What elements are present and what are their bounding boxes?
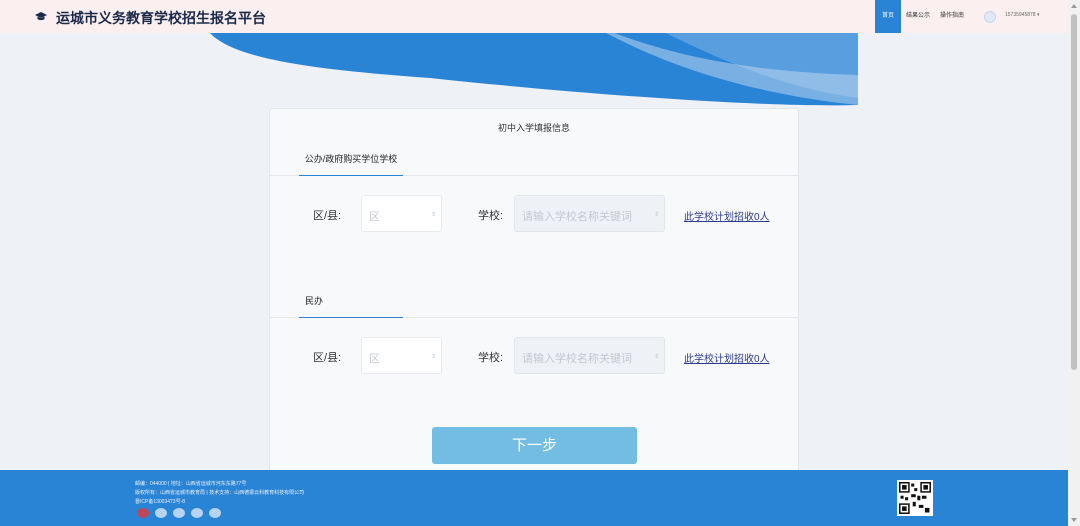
scroll-up-icon[interactable] bbox=[1071, 4, 1077, 8]
school-search-select[interactable]: 请输入学校名称关键词 ⇕ bbox=[514, 195, 665, 232]
form-title: 初中入学填报信息 bbox=[497, 123, 570, 133]
private-school-section-header: 民办 bbox=[270, 286, 798, 318]
qr-code-icon bbox=[897, 480, 933, 516]
school-plan-link[interactable]: 此学校计划招收0人 bbox=[684, 208, 770, 223]
scroll-down-icon[interactable] bbox=[1071, 518, 1077, 522]
next-step-button[interactable]: 下一步 bbox=[432, 427, 637, 464]
select-arrow-icon: ⇕ bbox=[430, 354, 436, 360]
district-placeholder: 区 bbox=[369, 353, 380, 365]
school-search-select[interactable]: 请输入学校名称关键词 ⇕ bbox=[514, 337, 665, 374]
top-header: 运城市义务教育学校招生报名平台 首页 结果公示 操作指南 15735945878… bbox=[0, 0, 1068, 33]
footer-icp[interactable]: 晋ICP备13003473号-8 bbox=[135, 498, 185, 505]
select-arrow-icon: ⇕ bbox=[653, 212, 659, 218]
select-arrow-icon: ⇕ bbox=[653, 354, 659, 360]
footer-badges bbox=[137, 508, 221, 518]
gov-badge-icon[interactable] bbox=[137, 508, 149, 518]
school-label: 学校: bbox=[478, 210, 504, 222]
district-select[interactable]: 区 ⇕ bbox=[361, 195, 442, 232]
district-label: 区/县: bbox=[313, 352, 342, 364]
page-scrollbar[interactable] bbox=[1068, 0, 1080, 526]
footer-copyright: 版权所有：山西省运城市教育局 | 技术支持：山西德振云科教育科技有限公司 bbox=[135, 490, 305, 496]
chevron-down-icon: ▾ bbox=[1036, 12, 1040, 18]
select-arrow-icon: ⇕ bbox=[430, 212, 436, 218]
security-badge-icon[interactable] bbox=[173, 508, 185, 518]
district-placeholder: 区 bbox=[369, 211, 380, 223]
district-select[interactable]: 区 ⇕ bbox=[361, 337, 442, 374]
tab-private-school[interactable]: 民办 bbox=[299, 286, 403, 318]
user-phone: 15735945878 bbox=[1005, 12, 1036, 18]
school-label: 学校: bbox=[478, 352, 504, 364]
main-nav: 首页 结果公示 操作指南 bbox=[875, 0, 969, 33]
shield-icon[interactable] bbox=[209, 508, 221, 518]
police-badge-icon[interactable] bbox=[155, 508, 167, 518]
public-school-section-header: 公办/政府购买学位学校 bbox=[270, 144, 798, 176]
school-plan-link[interactable]: 此学校计划招收0人 bbox=[684, 350, 770, 365]
page-footer: 邮编：044000 | 地址：山西省运城市河东东路77号 版权所有：山西省运城市… bbox=[0, 470, 1068, 526]
cert-badge-icon[interactable] bbox=[191, 508, 203, 518]
nav-item-results[interactable]: 结果公示 bbox=[901, 0, 935, 33]
user-avatar[interactable] bbox=[984, 11, 996, 23]
nav-item-home[interactable]: 首页 bbox=[875, 0, 901, 33]
graduation-cap-icon bbox=[35, 12, 47, 21]
footer-address: 邮编：044000 | 地址：山西省运城市河东东路77号 bbox=[135, 481, 247, 487]
tab-public-school[interactable]: 公办/政府购买学位学校 bbox=[299, 144, 403, 176]
enrollment-form-card: 初中入学填报信息 公办/政府购买学位学校 区/县: 区 ⇕ 学校: 请输入学校名… bbox=[269, 108, 799, 488]
app-title: 运城市义务教育学校招生报名平台 bbox=[56, 10, 266, 26]
school-placeholder: 请输入学校名称关键词 bbox=[522, 211, 632, 223]
scroll-thumb[interactable] bbox=[1071, 14, 1077, 370]
nav-item-guide[interactable]: 操作指南 bbox=[935, 0, 969, 33]
school-placeholder: 请输入学校名称关键词 bbox=[522, 353, 632, 365]
user-account-menu[interactable]: 15735945878 ▾ bbox=[1005, 12, 1040, 18]
district-label: 区/县: bbox=[313, 210, 342, 222]
